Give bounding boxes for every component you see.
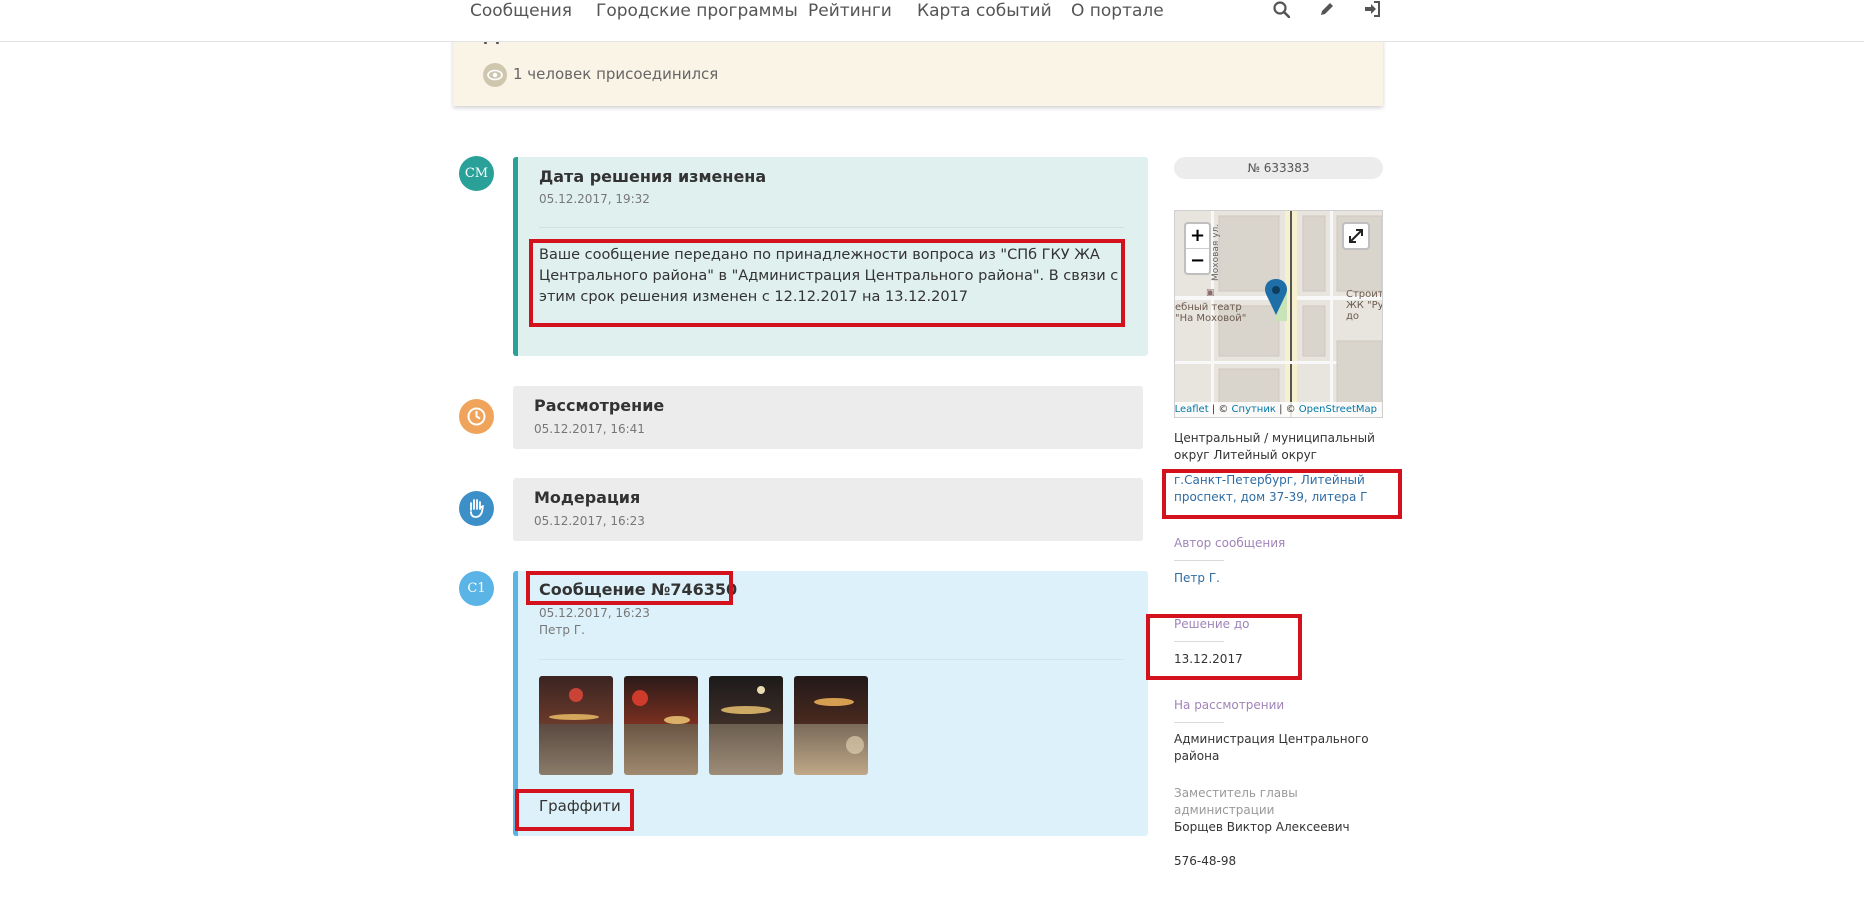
photo-thumbnail[interactable] [794, 676, 868, 775]
highlight-box [529, 239, 1125, 327]
divider [539, 659, 1124, 660]
location-map[interactable]: ▣ + − Моховая ул. ебный театр "На Мохово… [1174, 210, 1383, 418]
timeline-card-review: Рассмотрение 05.12.2017, 16:41 [513, 386, 1143, 449]
map-poi-label: Строите ЖК "Ру до [1346, 289, 1383, 322]
pencil-icon[interactable] [1319, 1, 1335, 23]
top-navbar: Сообщения Городские программы Рейтинги К… [0, 0, 1864, 42]
joined-count: 1 человек присоединился [513, 65, 719, 83]
zoom-in-button[interactable]: + [1186, 224, 1209, 248]
card-author: Петр Г. [539, 623, 585, 637]
card-date: 05.12.2017, 16:23 [539, 606, 650, 620]
avatar: С1 [459, 571, 494, 606]
sputnik-link[interactable]: Спутник [1232, 404, 1276, 415]
map-poi-label: ебный театр "На Моховой" [1175, 302, 1247, 324]
divider [539, 227, 1124, 228]
highlight-box [526, 571, 733, 605]
nav-ratings[interactable]: Рейтинги [808, 0, 892, 22]
card-title: Рассмотрение [534, 396, 665, 415]
map-street-label: Моховая ул. [1211, 223, 1221, 281]
map-zoom-control: + − [1184, 222, 1211, 275]
district-text: Центральный / муниципальный округ Литейн… [1174, 431, 1375, 462]
fullscreen-icon[interactable] [1342, 222, 1370, 250]
card-date: 05.12.2017, 16:41 [534, 422, 645, 436]
map-attribution: Leaflet | © Спутник | © OpenStreetMap [1175, 402, 1382, 417]
highlight-box [1146, 614, 1302, 680]
card-date: 05.12.2017, 16:23 [534, 514, 645, 528]
osm-link[interactable]: OpenStreetMap [1299, 404, 1377, 415]
card-date: 05.12.2017, 19:32 [539, 192, 650, 206]
deputy-label: Заместитель главы администрации [1174, 786, 1298, 817]
photo-thumbnail[interactable] [539, 676, 613, 775]
nav-about[interactable]: О портале [1071, 0, 1164, 22]
highlight-box [515, 789, 634, 831]
divider [1174, 722, 1224, 723]
photo-thumbnail[interactable] [624, 676, 698, 775]
highlight-box [1162, 469, 1402, 519]
zoom-out-button[interactable]: − [1186, 249, 1209, 273]
timeline-card-moderation: Модерация 05.12.2017, 16:23 [513, 478, 1143, 541]
card-title: Модерация [534, 488, 641, 507]
review-label: На рассмотрении [1174, 698, 1285, 712]
search-icon[interactable] [1273, 1, 1291, 24]
eye-icon [483, 63, 507, 87]
nav-city-programs[interactable]: Городские программы [596, 0, 798, 22]
attribution-separator: | © [1208, 404, 1232, 415]
author-label: Автор сообщения [1174, 536, 1286, 550]
review-value: Администрация Центрального района [1174, 732, 1369, 763]
leaflet-link[interactable]: Leaflet [1175, 404, 1209, 415]
divider [1174, 560, 1224, 561]
sign-in-icon[interactable] [1364, 1, 1381, 23]
nav-events-map[interactable]: Карта событий [917, 0, 1052, 22]
author-name[interactable]: Петр Г. [1174, 570, 1379, 587]
avatar: СМ [459, 156, 494, 191]
photo-thumbnail[interactable] [709, 676, 783, 775]
card-title: Дата решения изменена [539, 167, 767, 186]
attribution-separator: | © [1275, 404, 1299, 415]
message-number-badge: № 633383 [1174, 157, 1383, 179]
svg-text:▣: ▣ [1206, 288, 1215, 298]
phone-number: 576-48-98 [1174, 854, 1237, 868]
clock-icon [459, 399, 494, 434]
hand-icon [459, 491, 494, 526]
nav-messages[interactable]: Сообщения [470, 0, 572, 22]
deputy-name: Борщев Виктор Алексеевич [1174, 820, 1350, 834]
